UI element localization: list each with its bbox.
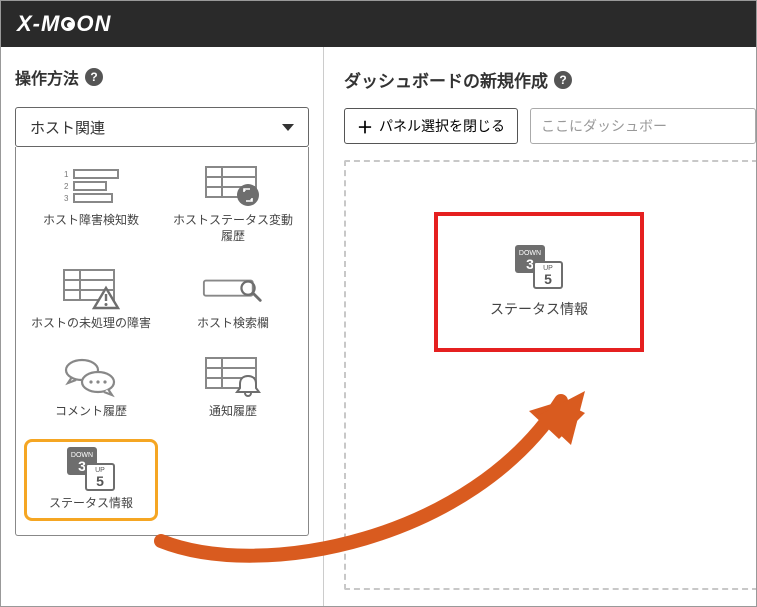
close-panel-button[interactable]: ＋ パネル選択を閉じる bbox=[344, 108, 518, 144]
widget-label: ホスト検索欄 bbox=[197, 316, 269, 332]
table-swap-icon bbox=[202, 165, 264, 209]
widget-host-unhandled[interactable]: ホストの未処理の障害 bbox=[24, 264, 158, 336]
widget-label: ホストの未処理の障害 bbox=[31, 316, 151, 332]
button-label: パネル選択を閉じる bbox=[379, 116, 505, 136]
topbar: X-MON bbox=[1, 1, 756, 47]
sidebar-title: 操作方法 ? bbox=[15, 65, 309, 89]
chevron-down-icon bbox=[282, 124, 294, 131]
status-cards-icon: DOWN3 UP5 bbox=[60, 448, 122, 492]
widget-label: ホスト障害検知数 bbox=[43, 213, 139, 229]
widget-label: ステータス情報 bbox=[49, 496, 133, 512]
widget-comment-history[interactable]: コメント履歴 bbox=[24, 352, 158, 424]
table-bell-icon bbox=[202, 356, 264, 400]
widget-panel: 1 2 3 ホスト障害検知数 bbox=[15, 147, 309, 536]
status-cards-icon: DOWN3 UP5 bbox=[511, 245, 567, 291]
dashboard-drop-area[interactable]: DOWN3 UP5 ステータス情報 bbox=[344, 160, 757, 590]
bars-numbered-icon: 1 2 3 bbox=[60, 165, 122, 209]
widget-status-info[interactable]: DOWN3 UP5 ステータス情報 bbox=[24, 439, 158, 521]
search-field-icon bbox=[202, 268, 264, 312]
category-dropdown[interactable]: ホスト関連 bbox=[15, 107, 309, 147]
page-title: ダッシュボードの新規作成 ? bbox=[344, 67, 756, 92]
plus-icon: ＋ bbox=[357, 114, 373, 138]
svg-text:2: 2 bbox=[64, 182, 69, 191]
svg-text:1: 1 bbox=[64, 170, 69, 179]
dropped-widget-status-info[interactable]: DOWN3 UP5 ステータス情報 bbox=[434, 212, 644, 352]
widget-host-status-history[interactable]: ホストステータス変動履歴 bbox=[166, 161, 300, 248]
placeholder-text: ここにダッシュボー bbox=[541, 116, 667, 136]
widget-notify-history[interactable]: 通知履歴 bbox=[166, 352, 300, 424]
widget-label: コメント履歴 bbox=[55, 404, 127, 420]
widget-label: 通知履歴 bbox=[209, 404, 257, 420]
sidebar: 操作方法 ? ホスト関連 1 2 3 bbox=[1, 47, 324, 606]
table-warning-icon bbox=[60, 268, 122, 312]
svg-text:3: 3 bbox=[64, 194, 69, 203]
dropped-widget-label: ステータス情報 bbox=[490, 299, 588, 319]
help-icon[interactable]: ? bbox=[85, 68, 103, 86]
main-area: ダッシュボードの新規作成 ? ＋ パネル選択を閉じる ここにダッシュボー DOW… bbox=[324, 47, 756, 606]
dashboard-name-input[interactable]: ここにダッシュボー bbox=[530, 108, 756, 144]
dropdown-label: ホスト関連 bbox=[30, 117, 105, 138]
widget-label: ホストステータス変動履歴 bbox=[170, 213, 296, 244]
widget-host-search[interactable]: ホスト検索欄 bbox=[166, 264, 300, 336]
help-icon[interactable]: ? bbox=[554, 71, 572, 89]
widget-host-fault-count[interactable]: 1 2 3 ホスト障害検知数 bbox=[24, 161, 158, 248]
chat-bubbles-icon bbox=[60, 356, 122, 400]
brand-logo: X-MON bbox=[17, 11, 111, 37]
